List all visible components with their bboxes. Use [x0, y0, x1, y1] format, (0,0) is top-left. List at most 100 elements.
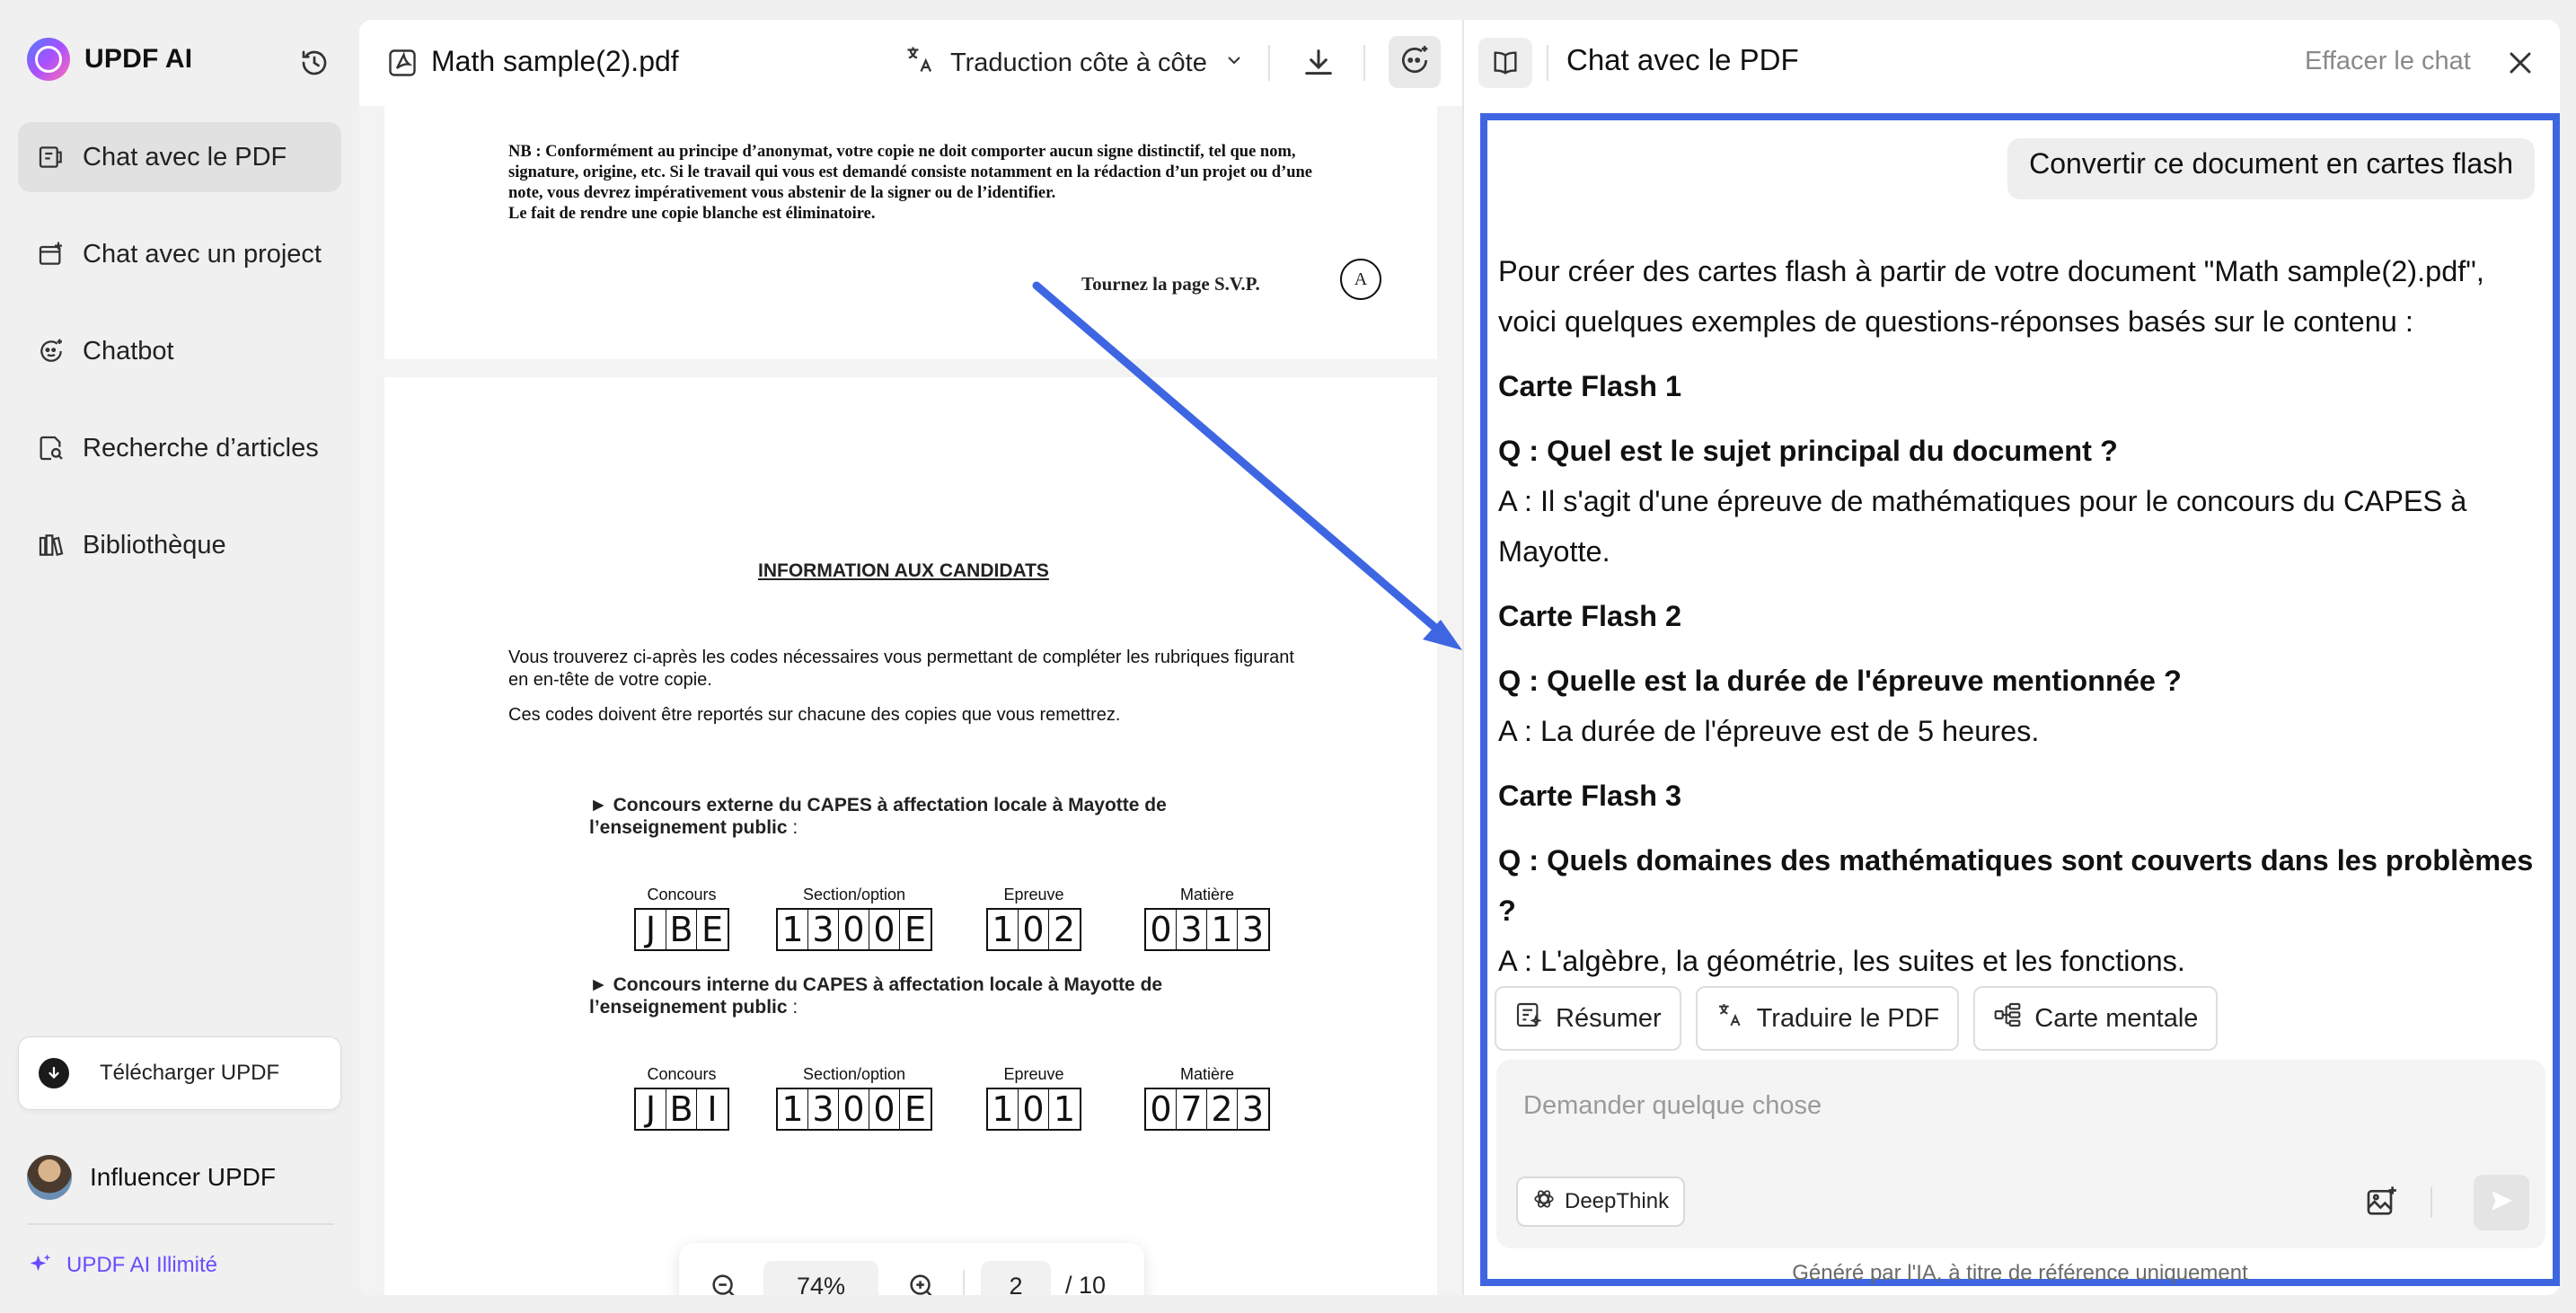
flashcard-heading: Carte Flash 2: [1498, 600, 1682, 632]
sidebar-item-chat-pdf[interactable]: Chat avec le PDF: [18, 122, 341, 192]
zoom-separator: [963, 1270, 965, 1295]
sidebar-item-label: Chatbot: [83, 336, 174, 366]
pdf-colon: :: [787, 817, 798, 838]
code-label: Matière: [1179, 886, 1235, 903]
code-box: B: [666, 1089, 697, 1129]
sidebar-nav: Chat avec le PDF Chat avec un project Ch…: [18, 122, 341, 607]
divider: [27, 1223, 334, 1225]
deepthink-toggle[interactable]: DeepThink: [1516, 1176, 1686, 1227]
sidebar-item-library[interactable]: Bibliothèque: [18, 510, 341, 580]
summarize-button[interactable]: Résumer: [1495, 986, 1681, 1051]
code-box: 0: [1146, 910, 1177, 949]
ai-chat-icon: [1398, 43, 1432, 82]
chat-project-icon: [36, 239, 66, 269]
article-search-icon: [36, 433, 66, 463]
code-group-matiere: Matière 0313: [1144, 886, 1270, 951]
zoom-pagination-bar: 74% 2 / 10: [679, 1243, 1144, 1295]
history-icon[interactable]: [296, 45, 332, 81]
code-box: 1: [1053, 1089, 1076, 1129]
sidebar-item-label: Recherche d’articles: [83, 433, 319, 463]
flashcard-heading: Carte Flash 3: [1498, 780, 1682, 812]
code-group-epreuve: Epreuve 101: [986, 1065, 1081, 1131]
download-updf-button[interactable]: Télécharger UPDF: [18, 1036, 341, 1110]
code-group-matiere: Matière 0723: [1144, 1065, 1270, 1131]
translate-icon: [1716, 1000, 1744, 1036]
upgrade-label: UPDF AI Illimité: [66, 1253, 218, 1277]
translate-pdf-button[interactable]: Traduire le PDF: [1695, 986, 1960, 1051]
ai-assistant-button[interactable]: [1389, 36, 1441, 88]
code-box: 0: [1019, 1089, 1049, 1129]
code-group-concours: Concours JBI: [634, 1065, 729, 1131]
header-separator: [1547, 45, 1548, 81]
code-box: 1: [988, 1089, 1019, 1129]
code-label: Concours: [647, 1065, 717, 1083]
flashcard-answer: A : L'algèbre, la géométrie, les suites …: [1498, 945, 2185, 977]
code-box: 1: [778, 1089, 808, 1129]
code-box: E: [701, 910, 723, 949]
pdf-nb-line: Le fait de rendre une copie blanche est …: [508, 205, 876, 223]
download-updf-label: Télécharger UPDF: [100, 1061, 280, 1085]
sidebar-item-label: Chat avec un project: [83, 239, 322, 269]
code-box: 3: [808, 1089, 839, 1129]
user-name: Influencer UPDF: [90, 1163, 276, 1191]
sparkle-icon: [27, 1252, 54, 1279]
code-box: E: [904, 1089, 926, 1129]
zoom-level-field[interactable]: 74%: [763, 1261, 878, 1295]
deepthink-icon: [1532, 1187, 1556, 1217]
clear-chat-button[interactable]: Effacer le chat: [2305, 47, 2471, 76]
add-image-icon[interactable]: [2364, 1184, 2402, 1221]
zoom-out-icon[interactable]: [706, 1268, 742, 1295]
user-message-bubble: Convertir ce document en cartes flash: [2007, 138, 2535, 199]
code-group-section: Section/option 1300E: [776, 1065, 932, 1131]
flashcard-question: Q : Quelle est la durée de l'épreuve men…: [1498, 665, 2182, 697]
flashcard-answer: A : La durée de l'épreuve est de 5 heure…: [1498, 715, 2040, 747]
code-box: 1: [778, 910, 808, 949]
translate-mode-dropdown[interactable]: Traduction côte à côte: [904, 43, 1245, 83]
pdf-concours-title: ► Concours interne du CAPES à affectatio…: [589, 974, 1163, 1018]
ai-disclaimer: Généré par l'IA, à titre de référence un…: [1792, 1261, 2248, 1285]
code-box: J: [636, 1089, 666, 1129]
pdf-circle-letter: A: [1340, 259, 1381, 300]
code-box: 3: [1177, 910, 1207, 949]
code-box: 7: [1177, 1089, 1207, 1129]
chat-highlight-frame: Convertir ce document en cartes flash Po…: [1480, 113, 2560, 1286]
chat-pdf-icon: [36, 142, 66, 172]
translate-mode-label: Traduction côte à côte: [950, 48, 1207, 77]
sidebar-item-article-search[interactable]: Recherche d’articles: [18, 413, 341, 483]
pdf-canvas[interactable]: NB : Conformément au principe d’anonymat…: [359, 106, 1462, 1295]
composer-separator: [2430, 1187, 2432, 1218]
pdf-concours-heading: ► Concours interne du CAPES à affectatio…: [589, 974, 1272, 1018]
sidebar-item-chatbot[interactable]: Chatbot: [18, 316, 341, 386]
code-group-section: Section/option 1300E: [776, 886, 932, 951]
mind-map-button[interactable]: Carte mentale: [1973, 986, 2219, 1051]
book-icon[interactable]: [1478, 38, 1532, 88]
pdf-paragraph: Ces codes doivent être reportés sur chac…: [508, 705, 1121, 725]
chat-input[interactable]: [1523, 1083, 2332, 1128]
send-button[interactable]: [2474, 1175, 2529, 1230]
sidebar-item-chat-project[interactable]: Chat avec un project: [18, 219, 341, 289]
code-box: 2: [1207, 1089, 1238, 1129]
pdf-page-2: INFORMATION AUX CANDIDATS Vous trouverez…: [384, 377, 1437, 1295]
code-box: E: [904, 910, 926, 949]
brand-name: UPDF AI: [84, 44, 193, 74]
code-label: Matière: [1179, 1065, 1235, 1083]
code-label: Concours: [647, 886, 717, 903]
download-icon[interactable]: [1301, 45, 1337, 81]
flashcard-question: Q : Quel est le sujet principal du docum…: [1498, 435, 2118, 467]
chatbot-icon: [36, 336, 66, 366]
code-box: I: [707, 1089, 718, 1129]
pdf-viewer-panel: Math sample(2).pdf Traduction côte à côt…: [359, 20, 1462, 1295]
zoom-in-icon[interactable]: [904, 1268, 940, 1295]
user-profile[interactable]: Influencer UPDF: [27, 1155, 276, 1200]
pdf-code-row: Concours JBE Section/option 1300E Epreuv…: [634, 886, 1281, 961]
upgrade-link[interactable]: UPDF AI Illimité: [27, 1252, 217, 1279]
page-number-field[interactable]: 2: [981, 1261, 1051, 1295]
code-box: 2: [1053, 910, 1076, 949]
flashcard-heading: Carte Flash 1: [1498, 370, 1682, 402]
code-box: 1: [988, 910, 1019, 949]
code-label: Epreuve: [1003, 1065, 1064, 1083]
code-label: Section/option: [802, 1065, 906, 1083]
answer-intro: Pour créer des cartes flash à partir de …: [1498, 255, 2484, 338]
close-icon[interactable]: [2502, 45, 2538, 81]
code-box: 3: [808, 910, 839, 949]
